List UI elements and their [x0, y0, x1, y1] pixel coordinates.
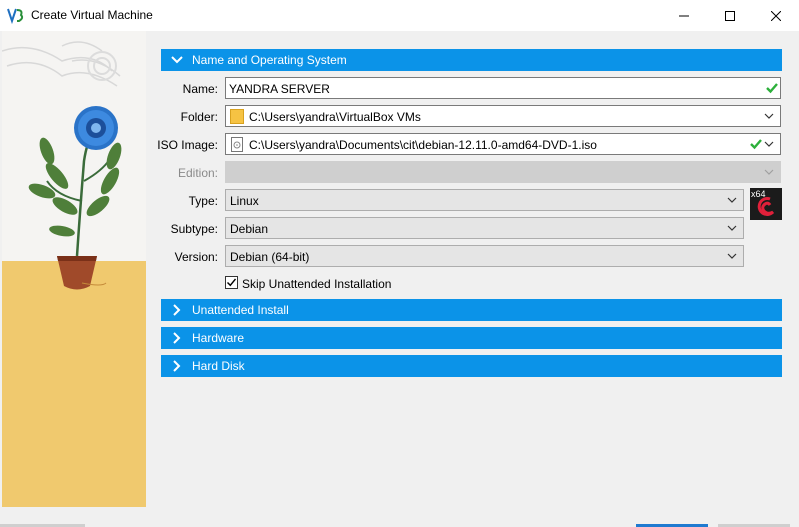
section-label: Unattended Install — [192, 303, 289, 317]
title-bar: Create Virtual Machine — [0, 0, 799, 31]
iso-value: C:\Users\yandra\Documents\cit\debian-12.… — [249, 138, 597, 152]
subtype-value: Debian — [230, 222, 269, 236]
minimize-icon — [679, 15, 689, 16]
valid-check-icon — [750, 139, 762, 150]
section-label: Hardware — [192, 331, 245, 345]
skip-unattended-checkbox[interactable] — [225, 276, 238, 289]
subtype-label: Subtype: — [170, 222, 218, 236]
close-icon — [771, 10, 781, 21]
section-hardware[interactable]: Hardware — [161, 327, 782, 349]
version-label: Version: — [174, 250, 218, 264]
chevron-right-icon — [173, 304, 181, 316]
section-hard-disk[interactable]: Hard Disk — [161, 355, 782, 377]
maximize-button[interactable] — [707, 0, 753, 31]
button-bar — [0, 514, 799, 527]
folder-label: Folder: — [180, 110, 218, 124]
wizard-illustration — [2, 31, 146, 507]
close-button[interactable] — [753, 0, 799, 31]
chevron-right-icon — [173, 360, 181, 372]
maximize-icon — [725, 10, 735, 21]
subtype-select[interactable]: Debian — [225, 217, 744, 239]
type-label: Type: — [188, 194, 218, 208]
folder-selector[interactable]: C:\Users\yandra\VirtualBox VMs — [225, 105, 781, 127]
minimize-button[interactable] — [661, 0, 707, 31]
debian-64-os-icon: x64 — [750, 188, 782, 220]
chevron-down-icon — [727, 253, 737, 259]
folder-value: C:\Users\yandra\VirtualBox VMs — [249, 110, 421, 124]
name-value: YANDRA SERVER — [229, 82, 330, 96]
window-title: Create Virtual Machine — [31, 8, 153, 22]
type-select[interactable]: Linux — [225, 189, 744, 211]
folder-icon — [230, 109, 244, 124]
version-value: Debian (64-bit) — [230, 250, 310, 264]
chevron-down-icon — [171, 56, 183, 64]
section-label: Hard Disk — [192, 359, 245, 373]
name-label: Name: — [182, 82, 218, 96]
section-name-os[interactable]: Name and Operating System — [161, 49, 782, 71]
chevron-down-icon — [764, 113, 774, 119]
section-unattended-install[interactable]: Unattended Install — [161, 299, 782, 321]
checkmark-icon — [227, 278, 236, 287]
edition-label: Edition: — [177, 166, 218, 180]
wizard-content: Name and Operating System Name: YANDRA S… — [0, 31, 799, 527]
valid-check-icon — [766, 83, 778, 94]
chevron-down-icon — [727, 225, 737, 231]
name-field[interactable]: YANDRA SERVER — [225, 77, 781, 99]
chevron-down-icon — [727, 197, 737, 203]
chevron-right-icon — [173, 332, 181, 344]
section-label: Name and Operating System — [192, 53, 347, 67]
iso-image-selector[interactable]: C:\Users\yandra\Documents\cit\debian-12.… — [225, 133, 781, 155]
virtualbox-app-icon — [7, 7, 25, 25]
chevron-down-icon — [764, 169, 774, 175]
version-select[interactable]: Debian (64-bit) — [225, 245, 744, 267]
type-value: Linux — [230, 194, 259, 208]
chevron-down-icon — [764, 141, 774, 147]
skip-unattended-label[interactable]: Skip Unattended Installation — [242, 277, 391, 291]
edition-selector — [225, 161, 781, 183]
disc-image-icon — [231, 137, 243, 152]
iso-label: ISO Image: — [157, 138, 218, 152]
